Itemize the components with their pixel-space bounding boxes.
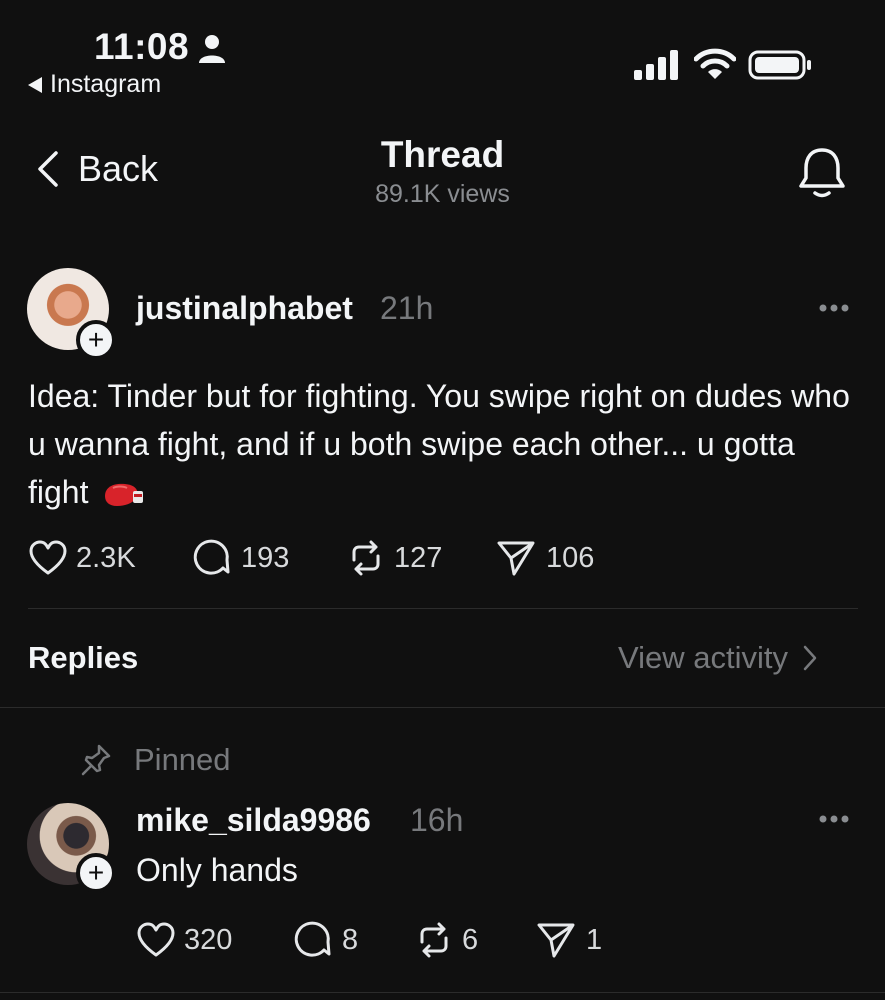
heart-icon [29, 540, 67, 575]
page-title: Thread [380, 134, 505, 175]
pin-icon [81, 744, 111, 776]
reply-actions: 320 8 6 1 [136, 920, 602, 960]
person-icon [199, 35, 225, 63]
like-count: 320 [184, 923, 233, 956]
comment-count: 193 [241, 541, 290, 574]
repost-icon [420, 922, 448, 958]
divider [28, 608, 858, 609]
post-username[interactable]: justinalphabet [136, 290, 353, 327]
back-to-app-link[interactable]: Instagram [28, 70, 161, 99]
repost-count: 127 [394, 541, 443, 574]
more-options-icon[interactable] [818, 303, 850, 313]
back-triangle-icon [28, 76, 42, 93]
reply-timestamp: 16h [410, 802, 464, 838]
replies-heading: Replies [28, 640, 139, 675]
post-body: Idea: Tinder but for fighting. You swipe… [28, 372, 863, 516]
share-count: 106 [546, 541, 595, 574]
share-button[interactable]: 106 [496, 538, 594, 578]
comment-icon [193, 539, 230, 575]
repost-button[interactable]: 127 [346, 538, 496, 578]
view-activity-label: View activity [618, 640, 788, 675]
back-app-label: Instagram [50, 70, 162, 98]
follow-plus-icon[interactable]: + [76, 320, 116, 360]
send-icon [537, 923, 575, 958]
pinned-indicator: Pinned [80, 742, 231, 778]
like-button[interactable]: 2.3K [28, 539, 193, 577]
send-icon [497, 541, 535, 576]
wifi-icon [694, 48, 736, 79]
post-actions: 2.3K 193 127 106 [28, 538, 594, 578]
repost-count: 6 [462, 923, 479, 956]
share-count: 1 [586, 923, 603, 956]
follow-plus-icon[interactable]: + [76, 853, 116, 893]
heart-icon [137, 922, 175, 957]
nav-bar: Back Thread 89.1K views [0, 120, 885, 230]
reply-username[interactable]: mike_silda9986 [136, 802, 371, 839]
repost-button[interactable]: 6 [414, 920, 536, 960]
divider [0, 707, 885, 708]
view-activity-link[interactable]: View activity [618, 640, 818, 676]
status-bar: 11:08 Instagram [0, 0, 885, 110]
boxing-glove-icon [105, 483, 144, 506]
share-button[interactable]: 1 [536, 920, 602, 960]
post-text: Idea: Tinder but for fighting. You swipe… [28, 378, 850, 510]
battery-icon [748, 50, 811, 80]
view-count: 89.1K views [375, 180, 510, 208]
divider [0, 992, 885, 993]
comment-count: 8 [342, 923, 359, 956]
reply-body: Only hands [136, 852, 298, 888]
post-timestamp: 21h [380, 290, 434, 326]
repost-icon [352, 540, 380, 576]
status-time: 11:08 [94, 26, 190, 67]
like-count: 2.3K [76, 541, 136, 574]
bell-icon[interactable] [796, 144, 848, 202]
comment-button[interactable]: 193 [193, 538, 346, 578]
comment-button[interactable]: 8 [294, 920, 414, 960]
like-button[interactable]: 320 [136, 921, 294, 959]
comment-icon [294, 921, 331, 957]
cellular-signal-icon [634, 50, 678, 80]
pinned-label: Pinned [134, 742, 231, 777]
more-options-icon[interactable] [818, 814, 850, 824]
chevron-right-icon [803, 645, 817, 671]
